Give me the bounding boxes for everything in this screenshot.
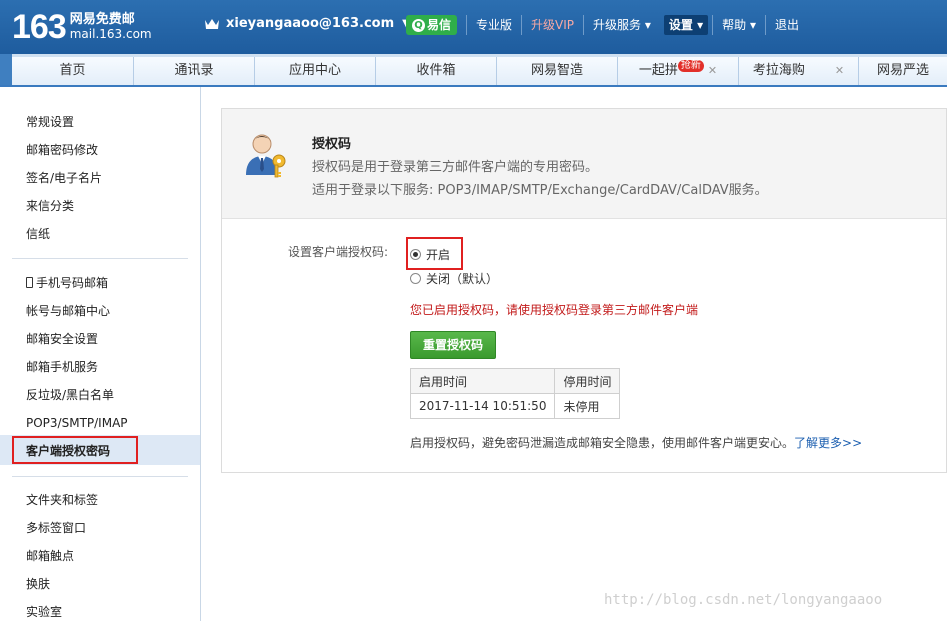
sidebar-item-phone-mailbox[interactable]: 手机号码邮箱: [26, 275, 108, 291]
sidebar-item-general[interactable]: 常规设置: [26, 114, 74, 130]
disable-time-value: 未停用: [554, 393, 621, 419]
chevron-down-icon: ▾: [644, 18, 651, 32]
chevron-down-icon: ▾: [697, 18, 704, 32]
table-row: 2017-11-14 10:51:50 未停用: [409, 393, 621, 419]
crown-icon: [205, 18, 219, 29]
sidebar-item-mobile-service[interactable]: 邮箱手机服务: [26, 359, 98, 375]
tab-contacts[interactable]: 通讯录: [134, 57, 255, 85]
sidebar-item-multi-tab[interactable]: 多标签窗口: [26, 520, 86, 536]
tab-app-center[interactable]: 应用中心: [255, 57, 376, 85]
sidebar-item-pop3-smtp-imap[interactable]: POP3/SMTP/IMAP: [26, 415, 128, 431]
watermark: http://blog.csdn.net/longyangaaoo: [604, 592, 883, 608]
enable-time-value: 2017-11-14 10:51:50: [409, 393, 556, 419]
reset-auth-code-button[interactable]: 重置授权码: [410, 331, 496, 359]
logout-link[interactable]: 退出: [765, 15, 808, 35]
status-message: 您已启用授权码，请使用授权码登录第三方邮件客户端: [410, 303, 699, 317]
phone-icon: [26, 277, 33, 288]
sidebar-item-skin[interactable]: 换肤: [26, 576, 50, 592]
tab-home[interactable]: 首页: [12, 57, 134, 85]
sidebar-item-antispam[interactable]: 反垃圾/黑白名单: [26, 387, 114, 403]
logo-number: 163: [12, 8, 67, 46]
tab-netease-zhizao[interactable]: 网易智造: [497, 57, 618, 85]
settings-sidebar: 常规设置 邮箱密码修改 签名/电子名片 来信分类 信纸 手机号码邮箱 帐号与邮箱…: [0, 87, 201, 621]
panel-title: 授权码: [312, 137, 352, 152]
auth-time-table: 启用时间 停用时间 2017-11-14 10:51:50 未停用: [409, 368, 621, 419]
sidebar-item-labs[interactable]: 实验室: [26, 604, 62, 620]
tab-inbox[interactable]: 收件箱: [376, 57, 497, 85]
sidebar-item-signature[interactable]: 签名/电子名片: [26, 170, 102, 186]
tab-kaola[interactable]: 考拉海购 ✕: [739, 57, 859, 85]
learn-more-link[interactable]: 了解更多>>: [794, 436, 862, 450]
divider: [12, 476, 188, 477]
divider: [12, 258, 188, 259]
settings-menu[interactable]: 设置 ▾: [663, 15, 709, 35]
table-header-row: 启用时间 停用时间: [409, 368, 621, 394]
security-tip: 启用授权码，避免密码泄漏造成邮箱安全隐患，使用邮件客户端更安心。了解更多>>: [410, 436, 863, 450]
highlight-box: [406, 237, 463, 270]
chevron-down-icon: ▾: [749, 18, 757, 32]
close-icon[interactable]: ✕: [835, 64, 844, 77]
top-header: 163 网易免费邮 mail.163.com xieyangaaoo@163.c…: [0, 0, 947, 54]
user-email: xieyangaaoo@163.com: [226, 16, 395, 31]
auth-setting-label: 设置客户端授权码:: [288, 245, 389, 259]
logo-domain: mail.163.com: [69, 27, 152, 41]
close-icon[interactable]: ✕: [708, 64, 717, 77]
yixin-button[interactable]: Q 易信: [406, 15, 458, 35]
highlight-box: [12, 436, 138, 464]
panel-header: 授权码 授权码是用于登录第三方邮件客户端的专用密码。 适用于登录以下服务: PO…: [222, 109, 946, 219]
col-enable-time: 启用时间: [409, 368, 556, 394]
yixin-icon: Q: [412, 18, 425, 32]
sidebar-item-touchpoints[interactable]: 邮箱触点: [26, 548, 74, 564]
sidebar-item-account-center[interactable]: 帐号与邮箱中心: [26, 303, 110, 319]
sidebar-item-security[interactable]: 邮箱安全设置: [26, 331, 98, 347]
sidebar-item-stationery[interactable]: 信纸: [26, 226, 50, 242]
upgrade-vip-link[interactable]: 升级VIP: [521, 15, 583, 35]
top-nav: Q 易信 专业版 升级VIP 升级服务 ▾ 设置 ▾ 帮助 ▾ 退出: [406, 14, 808, 36]
tab-bar: 首页 通讯录 应用中心 收件箱 网易智造 一起拼 抢新 ✕ 考拉海购 ✕ 网易严选: [0, 54, 947, 87]
tab-yiqipin[interactable]: 一起拼 抢新 ✕: [618, 57, 739, 85]
sidebar-item-password-change[interactable]: 邮箱密码修改: [26, 142, 98, 158]
radio-disable[interactable]: 关闭（默认）: [410, 270, 498, 287]
col-disable-time: 停用时间: [554, 368, 621, 394]
help-menu[interactable]: 帮助 ▾: [712, 15, 765, 35]
sidebar-item-mail-rules[interactable]: 来信分类: [26, 198, 74, 214]
upgrade-service-menu[interactable]: 升级服务 ▾: [583, 15, 660, 35]
tab-yanxuan[interactable]: 网易严选: [859, 57, 947, 85]
radio-unchecked-icon[interactable]: [410, 273, 421, 284]
panel-description: 授权码是用于登录第三方邮件客户端的专用密码。: [312, 160, 599, 175]
user-key-icon: [246, 134, 286, 178]
logo-name: 网易免费邮: [69, 12, 135, 27]
new-badge: 抢新: [677, 60, 704, 72]
pro-edition-link[interactable]: 专业版: [466, 15, 521, 35]
auth-code-panel: 授权码 授权码是用于登录第三方邮件客户端的专用密码。 适用于登录以下服务: PO…: [221, 108, 947, 473]
user-account-menu[interactable]: xieyangaaoo@163.com ▼: [204, 16, 410, 31]
sidebar-item-folders-labels[interactable]: 文件夹和标签: [26, 492, 98, 508]
mail-logo[interactable]: 163 网易免费邮 mail.163.com: [12, 10, 152, 44]
panel-services: 适用于登录以下服务: POP3/IMAP/SMTP/Exchange/CardD…: [312, 183, 768, 198]
